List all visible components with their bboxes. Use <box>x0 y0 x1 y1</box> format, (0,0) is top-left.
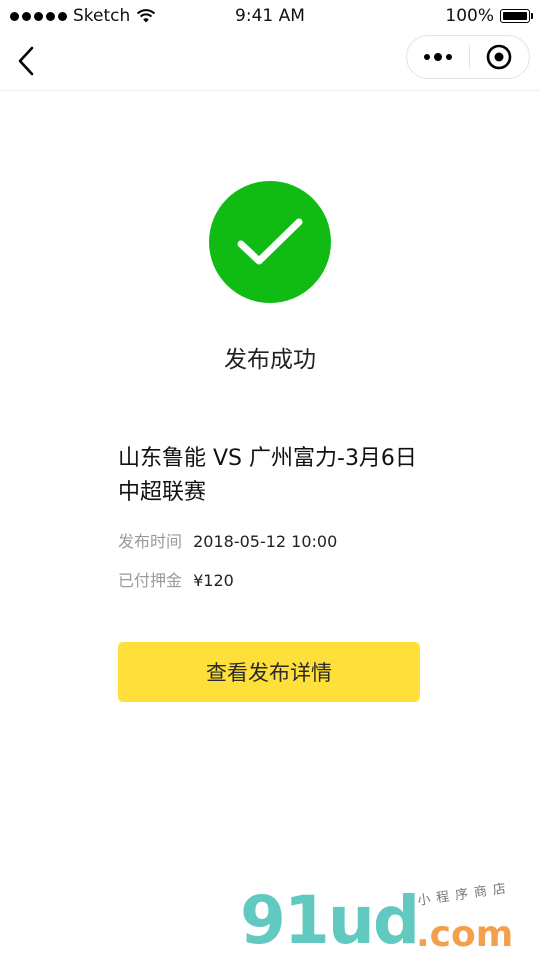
watermark-tagline: 小程序商店 <box>416 880 513 909</box>
success-title: 发布成功 <box>224 347 316 373</box>
deposit-row: 已付押金 ¥120 <box>118 567 234 591</box>
mini-program-capsule <box>406 35 530 79</box>
publish-time-label: 发布时间 <box>118 532 183 551</box>
chevron-left-icon <box>18 46 34 76</box>
success-check-badge <box>209 181 331 303</box>
publish-time-row: 发布时间 2018-05-12 10:00 <box>118 528 337 552</box>
target-circle-icon <box>486 44 512 70</box>
more-button[interactable] <box>407 36 469 78</box>
publish-time-value: 2018-05-12 10:00 <box>193 532 338 551</box>
watermark-domain: .com <box>416 914 514 955</box>
checkmark-icon <box>237 218 303 265</box>
deposit-value: ¥120 <box>193 571 234 590</box>
close-mini-program-button[interactable] <box>469 36 529 78</box>
deposit-label: 已付押金 <box>118 571 183 590</box>
event-title: 山东鲁能 VS 广州富力-3月6日中超联赛 <box>118 446 417 505</box>
more-dots-icon <box>423 54 430 60</box>
battery-percentage: 100% <box>445 6 494 26</box>
battery-icon <box>500 9 533 23</box>
status-bar: Sketch 9:41 AM 100% <box>0 0 540 32</box>
status-right: 100% <box>445 6 533 26</box>
watermark-brand: 91ud <box>240 882 420 959</box>
view-details-button[interactable]: 查看发布详情 <box>118 642 420 702</box>
watermark-logo: 91ud 小程序商店 .com <box>240 881 540 960</box>
navigation-bar <box>0 32 540 91</box>
back-button[interactable] <box>14 44 40 78</box>
